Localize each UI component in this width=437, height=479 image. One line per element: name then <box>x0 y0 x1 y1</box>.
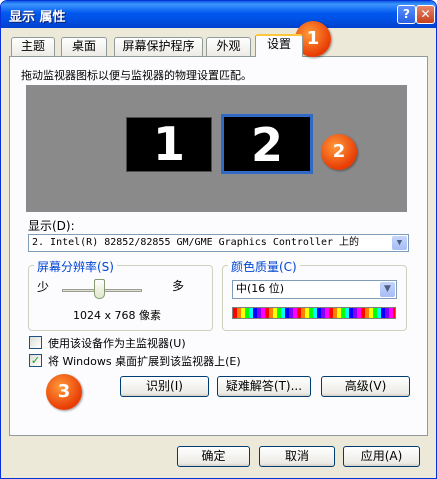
extend-desktop-label[interactable]: 将 Windows 桌面扩展到该监视器上(E) <box>48 353 241 369</box>
color-spectrum-bar <box>232 307 396 319</box>
tab-themes[interactable]: 主题 <box>11 37 55 56</box>
title-bar[interactable]: 显示 属性 ? ✕ <box>1 1 436 28</box>
tab-screensaver[interactable]: 屏幕保护程序 <box>114 37 203 56</box>
primary-monitor-label[interactable]: 使用该设备作为主监视器(U) <box>48 335 186 351</box>
identify-button[interactable]: 识别(I) <box>120 376 209 397</box>
instruction-text: 拖动监视器图标以便与监视器的物理设置匹配。 <box>21 69 252 82</box>
tab-appearance[interactable]: 外观 <box>206 37 251 56</box>
troubleshoot-button[interactable]: 疑难解答(T)... <box>217 376 311 397</box>
apply-button[interactable]: 应用(A) <box>343 446 420 467</box>
callout-badge-2: 2 <box>321 134 357 170</box>
color-quality-group-label: 颜色质量(C) <box>228 258 300 275</box>
ok-button[interactable]: 确定 <box>177 446 250 467</box>
callout-badge-3: 3 <box>46 374 82 410</box>
display-select[interactable]: 2. Intel(R) 82852/82855 GM/GME Graphics … <box>28 234 409 252</box>
color-quality-select[interactable]: 中(16 位) ▼ <box>232 280 397 299</box>
close-icon: ✕ <box>420 7 431 21</box>
monitor-1-icon[interactable]: 1 <box>126 117 212 172</box>
monitor-2-icon[interactable]: 2 <box>221 114 313 174</box>
resolution-value: 1024 x 768 像素 <box>73 309 161 322</box>
help-button[interactable]: ? <box>397 5 416 24</box>
resolution-less-label: 少 <box>37 280 50 294</box>
chevron-down-icon[interactable]: ▼ <box>380 282 395 297</box>
primary-monitor-checkbox[interactable] <box>29 336 42 349</box>
display-label: 显示(D): <box>28 219 75 233</box>
advanced-button[interactable]: 高级(V) <box>321 376 410 397</box>
help-icon: ? <box>403 7 410 21</box>
display-select-value: 2. Intel(R) 82852/82855 GM/GME Graphics … <box>32 237 360 248</box>
chevron-down-icon[interactable]: ▼ <box>392 236 407 250</box>
tab-settings[interactable]: 设置 <box>255 34 303 57</box>
window-title: 显示 属性 <box>9 10 66 25</box>
resolution-group-label: 屏幕分辨率(S) <box>34 258 117 275</box>
extend-desktop-checkbox[interactable]: ✓ <box>29 354 42 367</box>
display-properties-window: 显示 属性 ? ✕ 主题 桌面 屏幕保护程序 外观 设置 拖动监视器图标以便与监… <box>0 0 437 479</box>
resolution-slider-thumb[interactable] <box>94 279 105 299</box>
resolution-more-label: 多 <box>172 279 185 293</box>
color-quality-value: 中(16 位) <box>236 282 285 295</box>
checkmark-icon: ✓ <box>30 354 41 367</box>
close-button[interactable]: ✕ <box>416 5 435 24</box>
cancel-button[interactable]: 取消 <box>259 446 335 467</box>
tab-desktop[interactable]: 桌面 <box>61 37 107 56</box>
